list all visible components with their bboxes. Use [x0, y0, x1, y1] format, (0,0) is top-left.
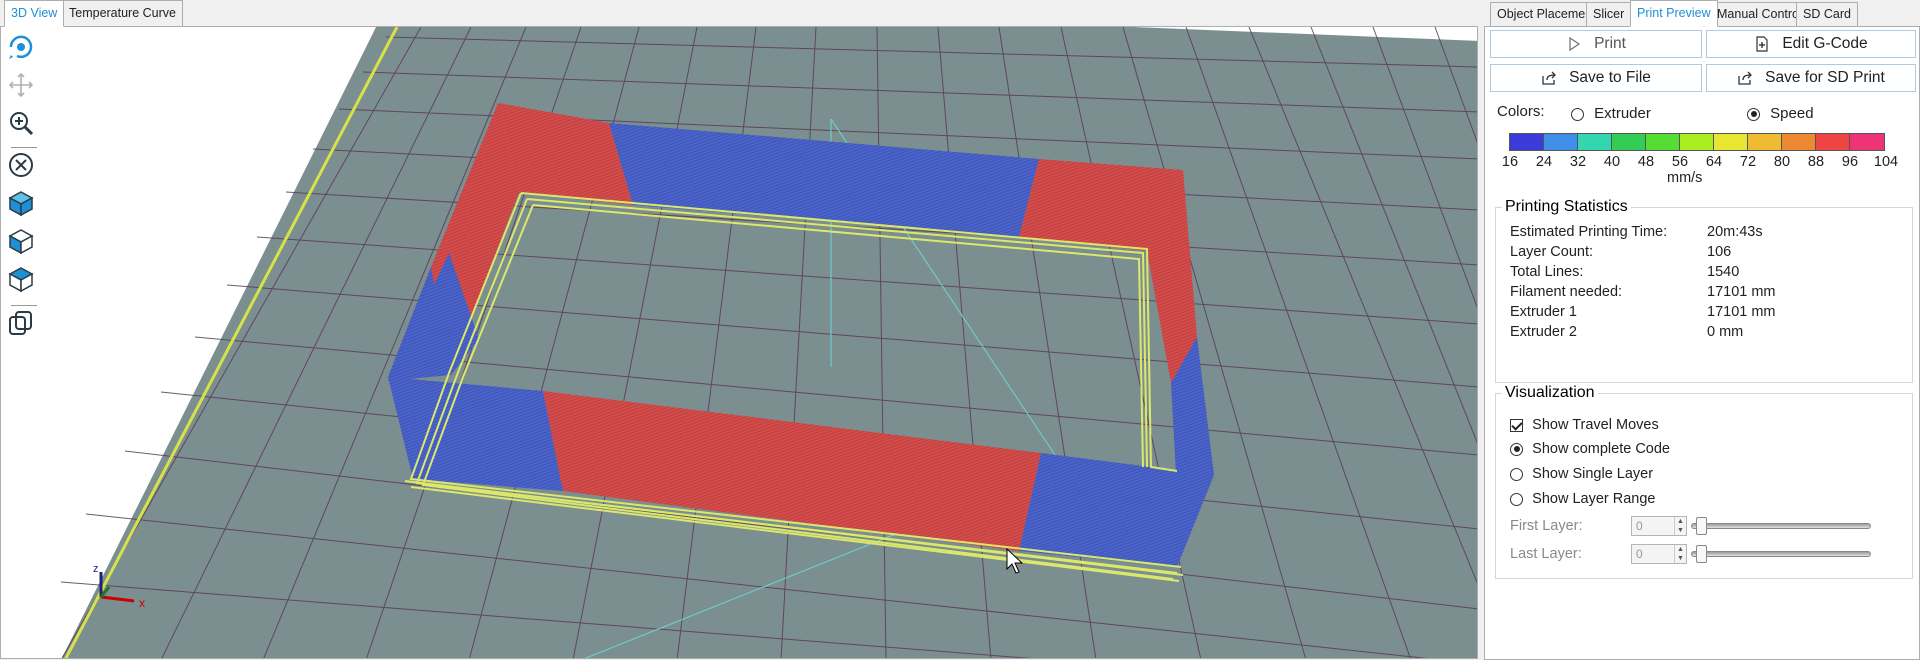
radio-button[interactable]	[1510, 492, 1523, 506]
play-icon	[1566, 36, 1582, 52]
color-swatch	[1748, 134, 1782, 150]
wall-segment	[388, 377, 563, 491]
extruder-color-radio[interactable]: Extruder	[1571, 105, 1651, 122]
stat-value: 0 mm	[1707, 324, 1744, 340]
scale-value: 96	[1841, 154, 1859, 170]
z-axis-label: z	[93, 563, 99, 575]
scale-value: 80	[1773, 154, 1791, 170]
printing-statistics-title: Printing Statistics	[1502, 198, 1631, 216]
color-swatch	[1510, 134, 1544, 150]
stat-label: Extruder 2	[1510, 324, 1577, 340]
color-swatch	[1646, 134, 1680, 150]
x-axis-label: x	[139, 596, 145, 610]
scale-value: 56	[1671, 154, 1689, 170]
color-swatch	[1782, 134, 1816, 150]
printing-statistics-group: Printing Statistics Estimated Printing T…	[1495, 198, 1913, 383]
stat-label: Estimated Printing Time:	[1510, 224, 1668, 240]
color-swatch	[1816, 134, 1850, 150]
tab-slicer[interactable]: Slicer	[1586, 2, 1632, 27]
first-layer-slider[interactable]	[1691, 523, 1871, 529]
tab-manual-control[interactable]: Manual Control	[1710, 2, 1809, 27]
spinner-arrows-icon[interactable]: ▲ ▼	[1674, 545, 1686, 563]
color-swatch	[1714, 134, 1748, 150]
scale-value: 104	[1873, 154, 1899, 170]
radio-button[interactable]	[1571, 107, 1584, 121]
show-layer-range-radio[interactable]: Show Layer Range	[1510, 490, 1656, 507]
speed-color-radio[interactable]: Speed	[1747, 105, 1814, 122]
radio-button[interactable]	[1747, 107, 1760, 121]
last-layer-input[interactable]: 0 ▲ ▼	[1631, 544, 1687, 564]
move-view-icon[interactable]	[7, 71, 41, 105]
visualization-group: Visualization Show Travel Moves Show com…	[1495, 384, 1913, 579]
print-bed-scene: x z	[60, 27, 1477, 658]
stat-value: 106	[1707, 244, 1732, 260]
checkbox[interactable]	[1510, 418, 1523, 432]
rotate-view-icon[interactable]	[7, 33, 41, 67]
front-view-icon[interactable]	[7, 227, 41, 261]
fit-view-icon[interactable]	[7, 151, 41, 185]
show-travel-moves-checkbox[interactable]: Show Travel Moves	[1510, 416, 1659, 433]
isometric-view-icon[interactable]	[7, 189, 41, 223]
last-layer-label: Last Layer:	[1510, 546, 1582, 562]
stat-label: Total Lines:	[1510, 264, 1584, 280]
radio-button[interactable]	[1510, 442, 1523, 456]
tab-print-preview[interactable]: Print Preview	[1630, 0, 1718, 27]
show-complete-code-radio[interactable]: Show complete Code	[1510, 440, 1670, 457]
top-view-icon[interactable]	[7, 265, 41, 299]
stat-label: Filament needed:	[1510, 284, 1623, 300]
zoom-icon[interactable]	[7, 109, 41, 143]
scale-value: 48	[1637, 154, 1655, 170]
scale-unit: mm/s	[1667, 170, 1703, 186]
tab-temperature-curve[interactable]: Temperature Curve	[62, 0, 183, 27]
right-panel: Object Placement Slicer Print Preview Ma…	[1484, 0, 1920, 660]
first-layer-slider-handle[interactable]	[1696, 517, 1707, 535]
export-icon	[1541, 70, 1557, 86]
radio-button[interactable]	[1510, 467, 1523, 481]
edit-gcode-button[interactable]: Edit G-Code	[1706, 30, 1916, 58]
export-icon	[1737, 70, 1753, 86]
print-button[interactable]: Print	[1490, 30, 1702, 58]
save-to-file-button[interactable]: Save to File	[1490, 64, 1702, 92]
spinner-arrows-icon[interactable]: ▲ ▼	[1674, 517, 1686, 535]
save-for-sd-print-button[interactable]: Save for SD Print	[1706, 64, 1916, 92]
stat-label: Extruder 1	[1510, 304, 1577, 320]
tab-3d-view[interactable]: 3D View	[4, 0, 65, 27]
print-preview-page: Print Edit G-Code Save to File Save for …	[1484, 26, 1920, 660]
scale-value: 72	[1739, 154, 1757, 170]
view-toolbar	[3, 29, 43, 654]
stat-value: 20m:43s	[1707, 224, 1763, 240]
scale-value: 40	[1603, 154, 1621, 170]
last-layer-slider-handle[interactable]	[1696, 545, 1707, 563]
first-layer-label: First Layer:	[1510, 518, 1583, 534]
last-layer-slider[interactable]	[1691, 551, 1871, 557]
tab-sd-card[interactable]: SD Card	[1796, 2, 1858, 27]
color-swatch	[1578, 134, 1612, 150]
show-single-layer-radio[interactable]: Show Single Layer	[1510, 465, 1653, 482]
stat-value: 1540	[1707, 264, 1740, 280]
new-file-icon	[1754, 36, 1770, 52]
color-swatch	[1612, 134, 1646, 150]
scale-value: 88	[1807, 154, 1825, 170]
colors-label: Colors:	[1497, 103, 1545, 120]
stat-value: 17101 mm	[1707, 304, 1776, 320]
scale-value: 16	[1501, 154, 1519, 170]
color-swatch	[1544, 134, 1578, 150]
layers-toggle-icon[interactable]	[7, 309, 41, 343]
stat-value: 17101 mm	[1707, 284, 1776, 300]
visualization-title: Visualization	[1502, 384, 1598, 402]
print-bed	[61, 27, 1477, 658]
color-swatch	[1680, 134, 1714, 150]
speed-color-scale	[1509, 133, 1885, 151]
stat-label: Layer Count:	[1510, 244, 1594, 260]
color-swatch	[1850, 134, 1884, 150]
3d-viewport[interactable]: x z	[0, 26, 1478, 659]
scale-value: 32	[1569, 154, 1587, 170]
scale-value: 64	[1705, 154, 1723, 170]
first-layer-input[interactable]: 0 ▲ ▼	[1631, 516, 1687, 536]
scale-value: 24	[1535, 154, 1553, 170]
view-tabs: 3D View Temperature Curve	[0, 0, 1480, 27]
